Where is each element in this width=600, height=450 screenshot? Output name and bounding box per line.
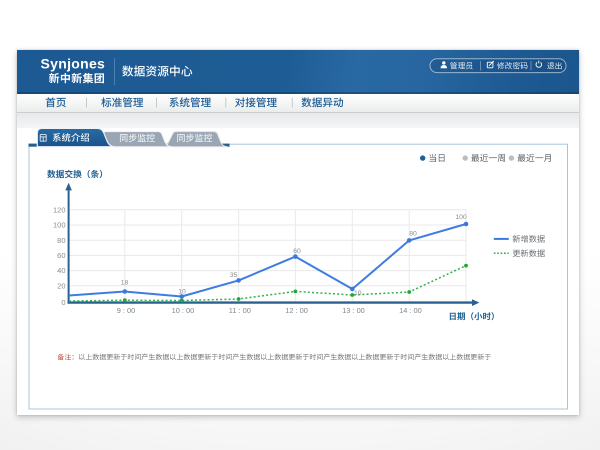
- svg-text:120: 120: [53, 205, 66, 214]
- svg-text:10 : 00: 10 : 00: [172, 306, 195, 315]
- svg-text:80: 80: [409, 231, 417, 238]
- svg-text:14 : 00: 14 : 00: [399, 306, 422, 315]
- svg-text:13 : 00: 13 : 00: [342, 306, 365, 315]
- svg-text:100: 100: [53, 221, 66, 230]
- svg-text:11 : 00: 11 : 00: [229, 306, 251, 315]
- svg-text:12 : 00: 12 : 00: [285, 306, 308, 315]
- svg-text:60: 60: [57, 251, 65, 260]
- svg-text:100: 100: [455, 214, 467, 221]
- svg-text:10: 10: [354, 290, 362, 297]
- svg-text:20: 20: [57, 281, 65, 290]
- svg-text:9 : 00: 9 : 00: [117, 306, 136, 315]
- svg-text:80: 80: [57, 236, 65, 245]
- svg-text:18: 18: [121, 280, 129, 287]
- svg-text:35: 35: [230, 272, 238, 279]
- svg-text:Synjones: Synjones: [41, 55, 106, 71]
- svg-text:60: 60: [293, 248, 301, 255]
- svg-text:40: 40: [57, 266, 65, 275]
- svg-text:0: 0: [61, 298, 65, 307]
- svg-text:10: 10: [178, 289, 186, 296]
